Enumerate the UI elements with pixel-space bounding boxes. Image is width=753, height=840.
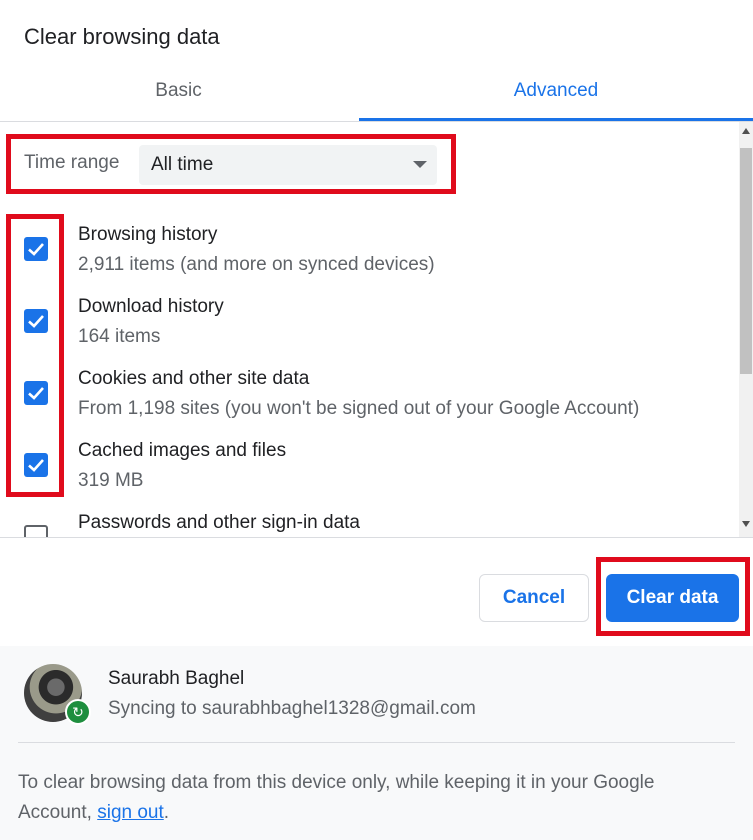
cookies-subtitle: From 1,198 sites (you won't be signed ou… [78, 398, 640, 419]
time-range-highlight-box [6, 134, 456, 194]
cached-images-subtitle: 319 MB [78, 470, 144, 491]
cancel-button[interactable]: Cancel [479, 574, 589, 622]
passwords-row: Passwords and other sign-in data [0, 512, 739, 537]
footer-divider [18, 742, 735, 743]
account-name: Saurabh Baghel [108, 668, 245, 689]
tab-basic[interactable]: Basic [0, 62, 357, 120]
scrollbar[interactable] [739, 122, 753, 537]
account-footer: ↻ Saurabh Baghel Syncing to saurabhbaghe… [0, 646, 753, 840]
tab-bar: Basic Advanced [0, 62, 753, 122]
browsing-history-title: Browsing history [78, 224, 218, 245]
footer-message: To clear browsing data from this device … [18, 768, 718, 828]
scrollbar-thumb[interactable] [740, 148, 752, 374]
scroll-down-arrow-icon[interactable] [742, 521, 750, 527]
passwords-title: Passwords and other sign-in data [78, 512, 360, 533]
passwords-checkbox[interactable] [24, 525, 48, 537]
footer-text-after: . [163, 802, 170, 823]
cached-images-title: Cached images and files [78, 440, 287, 461]
clear-data-button[interactable]: Clear data [606, 574, 739, 622]
download-history-title: Download history [78, 296, 224, 317]
sign-out-link[interactable]: sign out [97, 802, 164, 823]
tab-advanced[interactable]: Advanced [359, 62, 753, 120]
checkboxes-highlight-box [6, 214, 64, 497]
scroll-up-arrow-icon[interactable] [742, 128, 750, 134]
buttons-divider [0, 537, 753, 538]
download-history-subtitle: 164 items [78, 326, 161, 347]
sync-icon: ↻ [65, 699, 91, 725]
browsing-history-subtitle: 2,911 items (and more on synced devices) [78, 254, 435, 275]
cookies-title: Cookies and other site data [78, 368, 310, 389]
sync-status: Syncing to saurabhbaghel1328@gmail.com [108, 698, 476, 719]
dialog-title: Clear browsing data [24, 24, 220, 49]
